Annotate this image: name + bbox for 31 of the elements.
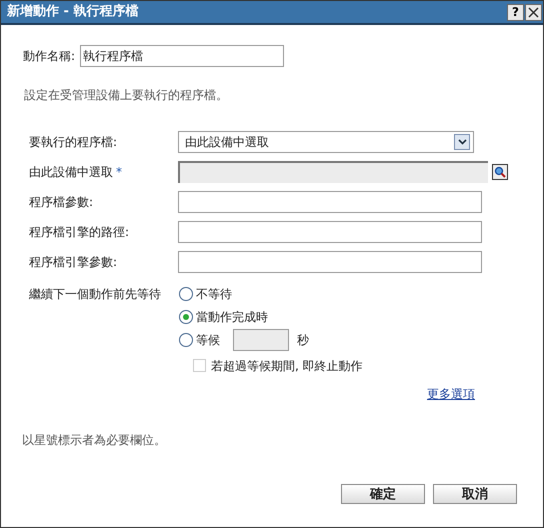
required-mark: * — [116, 164, 122, 181]
radio-button[interactable] — [179, 310, 193, 324]
field-label: 程序檔引擎參數: — [29, 254, 118, 271]
dialog-button[interactable]: 確定 — [341, 484, 425, 504]
more-options-link[interactable]: 更多選項 — [427, 385, 475, 403]
close-button[interactable] — [525, 4, 542, 20]
description-text: 設定在受管理設備上要執行的程序檔。 — [24, 87, 229, 104]
search-icon[interactable] — [492, 164, 508, 180]
field-label: 繼續下一個動作前先等待 — [29, 286, 162, 303]
text-field[interactable] — [178, 221, 482, 243]
text-field[interactable] — [178, 191, 482, 213]
radio-label[interactable]: 當動作完成時 — [196, 308, 268, 326]
unit-label: 秒 — [297, 332, 309, 348]
field-label: 程序檔參數: — [29, 194, 94, 211]
dialog-button[interactable]: 取消 — [433, 484, 517, 504]
required-note: 以星號標示者為必要欄位。 — [22, 432, 167, 449]
text-field[interactable] — [178, 251, 482, 273]
radio-button[interactable] — [179, 286, 193, 300]
field-label: 由此設備中選取 — [29, 164, 113, 181]
close-icon — [528, 6, 539, 18]
radio-button[interactable] — [179, 332, 193, 346]
chevron-down-icon — [454, 134, 470, 150]
field-label: 動作名稱: — [23, 48, 76, 65]
radio-label[interactable]: 不等待 — [196, 284, 232, 302]
help-button[interactable]: ? — [507, 4, 524, 20]
radio-label[interactable]: 等候 — [196, 330, 220, 348]
action-name-field[interactable]: 執行程序檔 — [80, 45, 284, 67]
field-label: 要執行的程序檔: — [29, 134, 118, 151]
program-select[interactable]: 由此設備中選取 — [178, 131, 474, 153]
field-label: 程序檔引擎的路徑: — [29, 224, 130, 241]
window-title: 新增動作 - 執行程序檔 — [7, 2, 140, 22]
